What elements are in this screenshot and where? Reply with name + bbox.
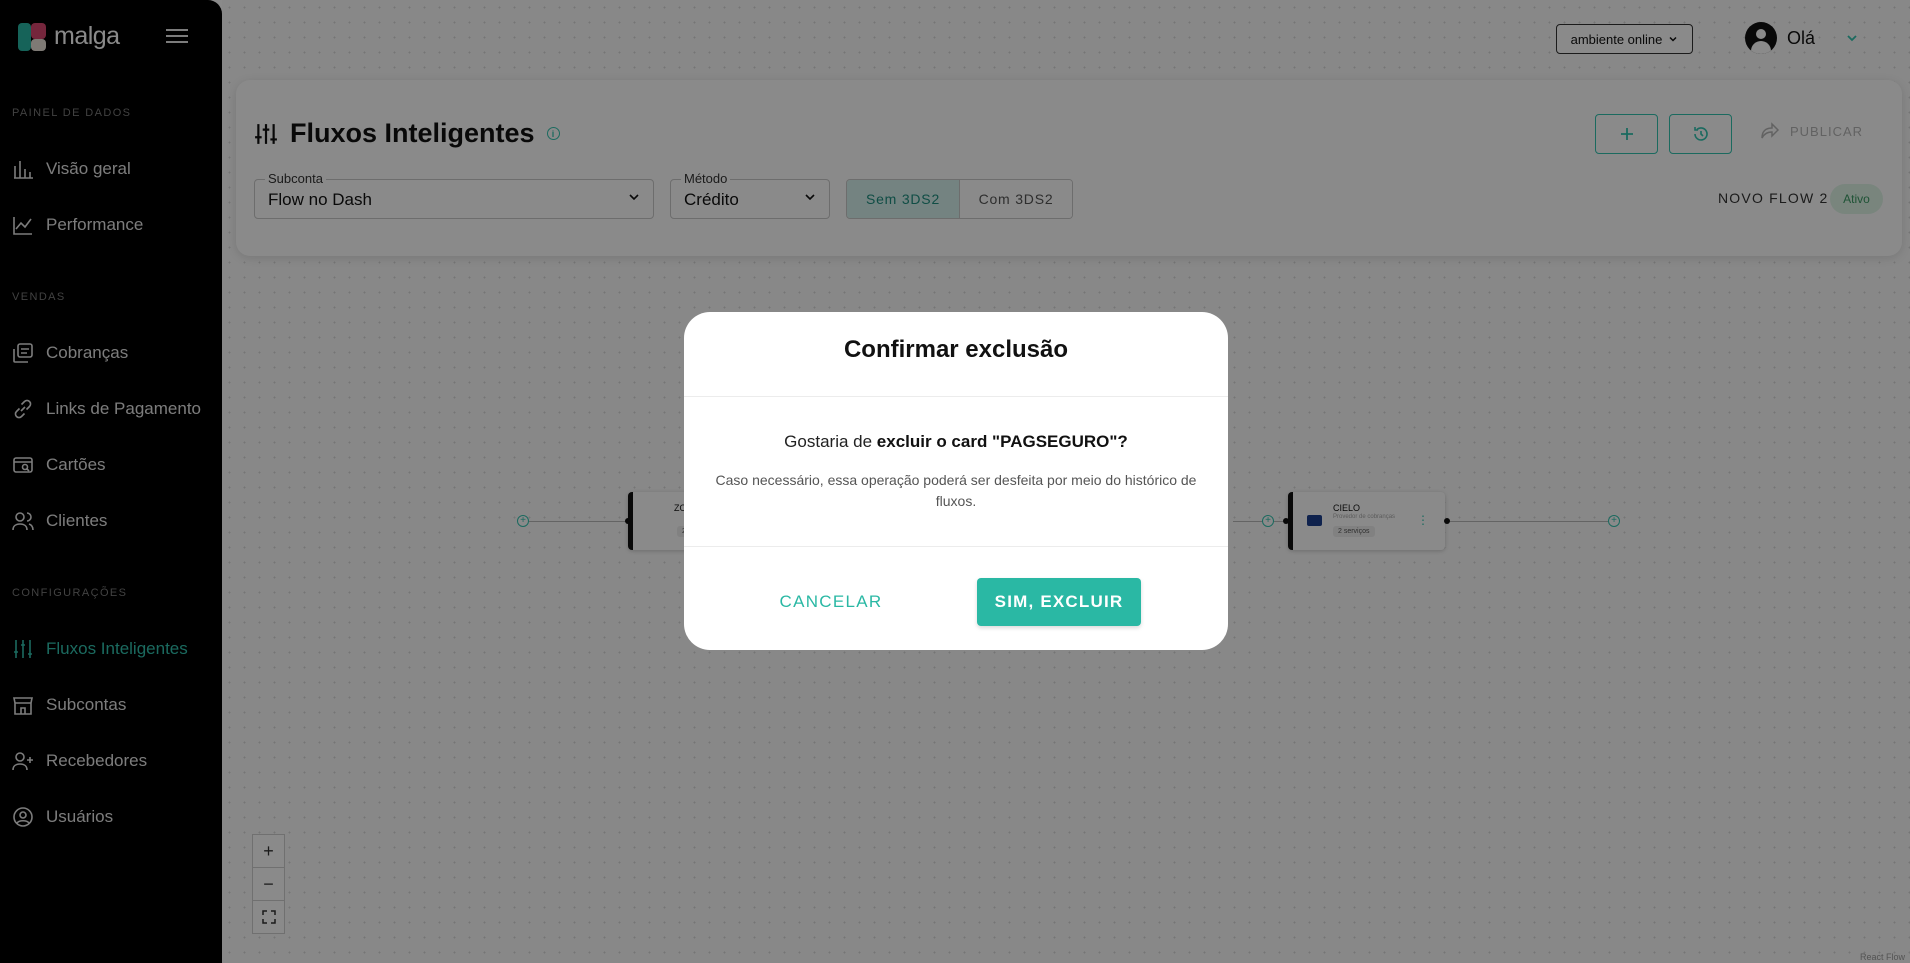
confirm-delete-dialog: Confirmar exclusão Gostaria de excluir o… (684, 312, 1228, 650)
question-prefix: Gostaria de (784, 432, 877, 451)
question-target: excluir o card "PAGSEGURO"? (876, 432, 1128, 451)
divider (684, 546, 1228, 547)
confirm-delete-button[interactable]: SIM, EXCLUIR (977, 578, 1141, 626)
dialog-note: Caso necessário, essa operação poderá se… (715, 472, 1197, 509)
dialog-question: Gostaria de excluir o card "PAGSEGURO"? (684, 432, 1228, 452)
divider (684, 396, 1228, 397)
cancel-button[interactable]: CANCELAR (772, 578, 890, 626)
dialog-title: Confirmar exclusão (843, 336, 1069, 363)
